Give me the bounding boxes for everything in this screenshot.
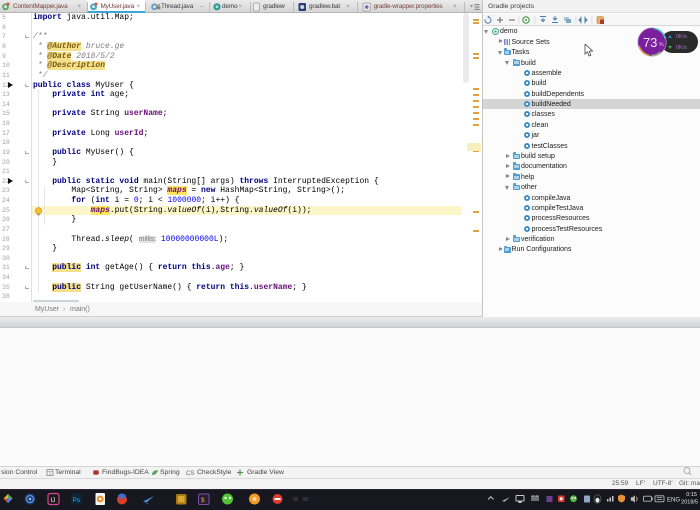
svg-text:$: $ [201,497,205,504]
svg-text:2018/5: 2018/5 [681,500,698,506]
svg-text:%: % [659,42,664,48]
svg-text:73: 73 [643,34,657,49]
svg-text:0:15: 0:15 [686,492,697,498]
svg-text:ENG: ENG [667,497,680,503]
svg-text:CS: CS [186,471,194,477]
svg-text:Ps: Ps [73,497,81,504]
svg-text:IJ: IJ [51,498,56,504]
